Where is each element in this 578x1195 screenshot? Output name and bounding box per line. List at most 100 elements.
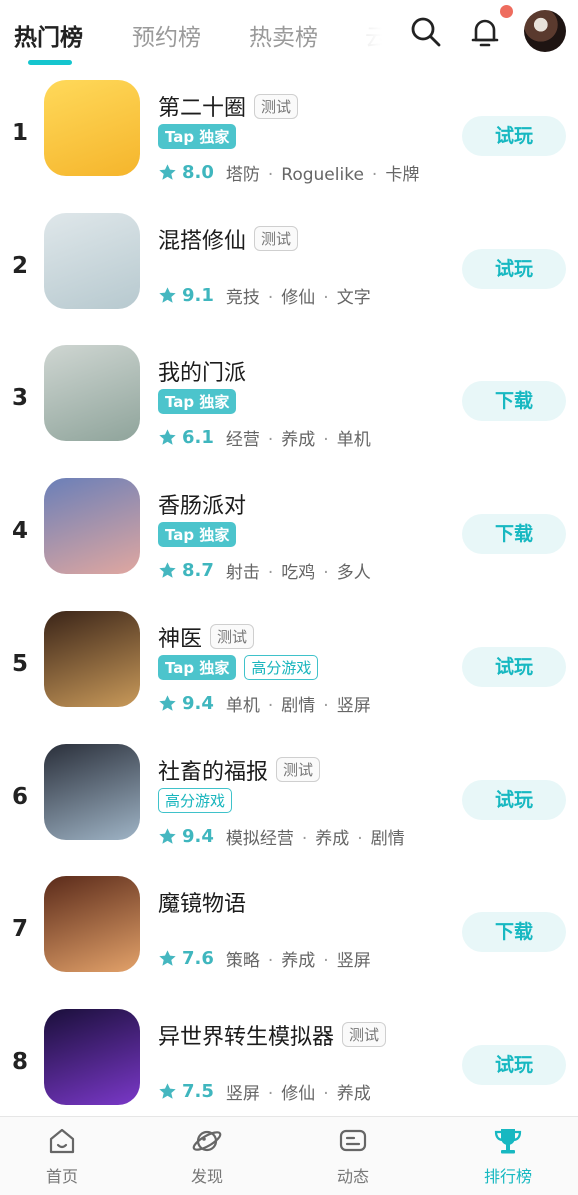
tap-exclusive-tag: Tap 独家 (158, 124, 237, 149)
star-icon (159, 287, 176, 303)
test-badge: 测试 (342, 1022, 387, 1048)
category-separator: · (267, 563, 274, 584)
game-name[interactable]: 神医 (158, 621, 202, 653)
category-label: 射击 (225, 563, 260, 584)
game-row[interactable]: 7 魔镜物语 7.6 策略 · 养成 · 竖屏 下载 (0, 876, 578, 1008)
category-label: 卡牌 (385, 165, 420, 185)
rating-score: 7.6 (182, 948, 214, 970)
rank-number: 4 (11, 518, 28, 545)
category-label: 养成 (281, 951, 316, 972)
category-label: 文字 (336, 287, 371, 308)
top-bar: 热门榜 预约榜 热卖榜 云 (0, 0, 578, 70)
category-list: 经营 · 养成 · 单机 (226, 425, 371, 450)
game-icon[interactable] (44, 478, 140, 575)
star-icon (159, 695, 176, 711)
planet-icon (192, 1130, 222, 1152)
star-icon (159, 1083, 176, 1099)
category-separator: · (267, 695, 274, 716)
category-label: 养成 (336, 1083, 371, 1104)
bell-icon[interactable] (467, 14, 503, 50)
game-name[interactable]: 魔镜物语 (158, 886, 246, 918)
game-name[interactable]: 香肠派对 (158, 488, 246, 520)
category-separator: · (371, 165, 378, 185)
game-row[interactable]: 4 香肠派对 Tap 独家 8.7 射击 · 吃鸡 · 多人 下载 (0, 478, 578, 610)
star-icon (159, 562, 176, 578)
category-list: 单机 · 剧情 · 竖屏 (226, 691, 371, 716)
game-icon[interactable] (44, 743, 140, 840)
tap-exclusive-tag: Tap 独家 (158, 522, 237, 548)
nav-ranking[interactable]: 排行榜 (463, 1125, 553, 1187)
tap-exclusive-tag: Tap 独家 (158, 389, 237, 415)
category-label: 剧情 (370, 828, 405, 849)
game-name[interactable]: 我的门派 (158, 355, 246, 387)
tab-reserve[interactable]: 预约榜 (132, 18, 201, 52)
game-row[interactable]: 3 我的门派 Tap 独家 6.1 经营 · 养成 · 单机 下载 (0, 345, 578, 477)
category-list: 竞技 · 修仙 · 文字 (226, 283, 371, 308)
tap-exclusive-tag: Tap 独家 (158, 654, 237, 680)
rating-score: 8.7 (182, 560, 214, 582)
game-icon[interactable] (44, 80, 140, 176)
game-name[interactable]: 社畜的福报 (158, 754, 268, 786)
nav-discover[interactable]: 发现 (162, 1125, 252, 1187)
star-icon (159, 164, 176, 180)
rating-score: 9.4 (182, 825, 214, 847)
game-row[interactable]: 6 社畜的福报 测试 高分游戏 9.4 模拟经营 · 养成 · 剧情 试玩 (0, 743, 578, 876)
game-icon[interactable] (44, 610, 140, 707)
category-separator: · (323, 430, 329, 451)
try-play-button[interactable]: 试玩 (462, 646, 566, 687)
rating-score: 9.1 (182, 284, 214, 306)
try-play-button[interactable]: 试玩 (462, 248, 566, 289)
category-separator: · (357, 828, 363, 849)
game-name[interactable]: 混搭修仙 (158, 223, 246, 255)
category-list: 模拟经营 · 养成 · 剧情 (226, 824, 405, 849)
try-play-button[interactable]: 试玩 (462, 116, 566, 156)
star-icon (159, 950, 176, 966)
test-badge: 测试 (254, 226, 299, 252)
try-play-button[interactable]: 试玩 (462, 779, 566, 820)
game-icon[interactable] (44, 876, 140, 973)
nav-ranking-label: 排行榜 (483, 1167, 532, 1186)
category-label: 竖屏 (336, 951, 371, 972)
category-label: 吃鸡 (281, 563, 316, 584)
nav-home[interactable]: 首页 (17, 1125, 107, 1187)
category-label: 多人 (336, 563, 371, 584)
game-row[interactable]: 2 混搭修仙 测试 9.1 竞技 · 修仙 · 文字 试玩 (0, 212, 578, 345)
rank-number: 2 (11, 252, 28, 279)
category-label: 剧情 (281, 695, 316, 716)
category-label: 塔防 (225, 165, 260, 185)
search-icon[interactable] (408, 14, 444, 50)
nav-feed[interactable]: 动态 (308, 1125, 398, 1187)
tab-bestseller[interactable]: 热卖榜 (249, 18, 318, 52)
avatar[interactable] (524, 10, 566, 52)
category-separator: · (267, 165, 274, 185)
rank-number: 6 (11, 783, 28, 810)
notification-dot (498, 3, 515, 20)
category-list: 策略 · 养成 · 竖屏 (226, 946, 371, 971)
tab-hot[interactable]: 热门榜 (14, 18, 83, 52)
star-icon (159, 827, 176, 844)
nav-home-label: 首页 (45, 1167, 78, 1186)
category-label: 修仙 (281, 287, 316, 308)
game-name[interactable]: 第二十圈 (158, 90, 246, 122)
game-name[interactable]: 异世界转生模拟器 (158, 1019, 334, 1051)
category-separator: · (323, 287, 329, 308)
category-label: 单机 (225, 695, 260, 716)
download-button[interactable]: 下载 (462, 912, 566, 953)
game-row[interactable]: 5 神医 测试 Tap 独家 高分游戏 9.4 单机 · 剧情 · 竖屏 试玩 (0, 610, 578, 743)
download-button[interactable]: 下载 (462, 381, 566, 422)
category-list: 射击 · 吃鸡 · 多人 (226, 558, 371, 583)
rating-score: 8.0 (182, 162, 214, 183)
try-play-button[interactable]: 试玩 (462, 1044, 566, 1085)
category-separator: · (267, 1083, 274, 1104)
rating-score: 9.4 (182, 692, 214, 714)
category-separator: · (267, 287, 274, 308)
home-icon (49, 1128, 75, 1154)
nav-discover-label: 发现 (190, 1167, 223, 1186)
game-icon[interactable] (44, 212, 140, 309)
game-row[interactable]: 1 第二十圈 测试 Tap 独家 8.0 塔防 · Roguelike · 卡牌 试玩 (0, 80, 578, 212)
rank-number: 8 (11, 1048, 28, 1075)
game-icon[interactable] (44, 1008, 140, 1105)
download-button[interactable]: 下载 (462, 514, 566, 555)
game-icon[interactable] (44, 345, 140, 442)
rank-number: 1 (11, 120, 28, 146)
